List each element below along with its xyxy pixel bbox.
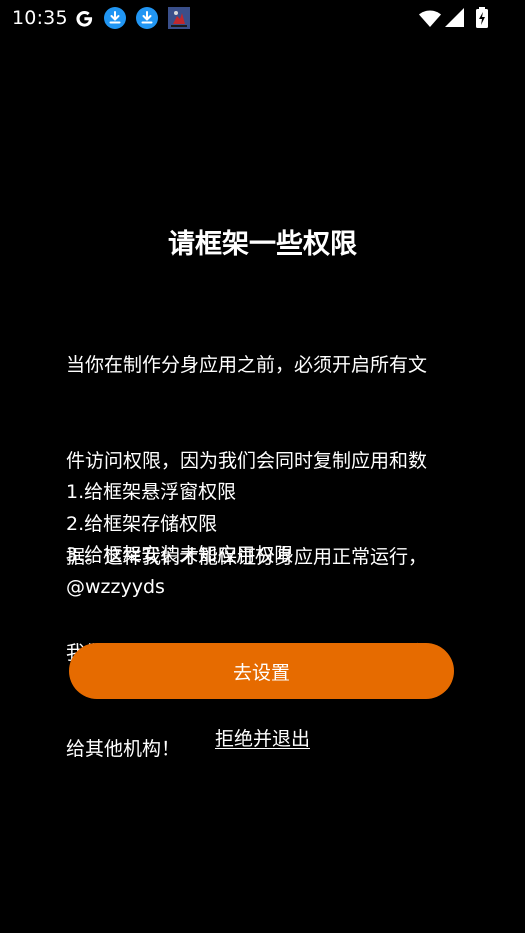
author-credit: @wzzyyds: [66, 575, 165, 598]
battery-charging-icon: [470, 6, 494, 30]
permission-list: 1.给框架悬浮窗权限 2.给框架存储权限 3.给框架安装未知应用权限 @wzzy…: [66, 477, 466, 603]
description-line: 当你在制作分身应用之前，必须开启所有文: [66, 354, 428, 376]
google-icon: [72, 6, 96, 30]
page-title: 请框架一些权限: [168, 229, 357, 260]
status-time: 10:35: [12, 7, 68, 29]
permission-item-install: 3.给框架安装未知应用权限: [66, 544, 294, 566]
download-icon: [103, 6, 127, 30]
go-to-settings-button[interactable]: 去设置: [69, 643, 454, 699]
app-notification-icon: [167, 6, 191, 30]
signal-icon: [443, 6, 467, 30]
description-line: 件访问权限，因为我们会同时复制应用和数: [66, 450, 428, 472]
download-icon: [135, 6, 159, 30]
wifi-icon: [418, 6, 442, 30]
permission-item-overlay: 1.给框架悬浮窗权限: [66, 481, 237, 503]
status-bar: 10:35: [0, 0, 525, 36]
reject-and-exit-link[interactable]: 拒绝并退出: [0, 724, 525, 751]
permission-item-storage: 2.给框架存储权限: [66, 512, 218, 535]
